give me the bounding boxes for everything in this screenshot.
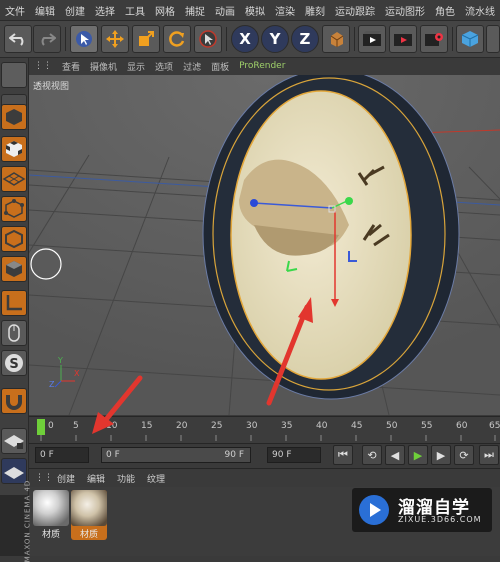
axis-mode-icon[interactable] bbox=[1, 290, 27, 316]
watermark: 溜溜自学 ZIXUE.3D66.COM bbox=[352, 488, 492, 532]
material-label: 材质 bbox=[79, 530, 98, 540]
menu-sculpt[interactable]: 雕刻 bbox=[300, 3, 330, 18]
watermark-subtitle: ZIXUE.3D66.COM bbox=[398, 515, 482, 524]
play-logo-icon bbox=[359, 495, 389, 525]
play-button[interactable]: ▶ bbox=[408, 445, 428, 465]
menu-create[interactable]: 创建 bbox=[60, 3, 90, 18]
menu-edit[interactable]: 编辑 bbox=[30, 3, 60, 18]
menu-file[interactable]: 文件 bbox=[0, 3, 30, 18]
brand-text: MAXON CINEMA 4D bbox=[23, 479, 32, 562]
viewport-label: 透视视图 bbox=[33, 82, 70, 92]
material-menu-create[interactable]: 创建 bbox=[51, 472, 81, 485]
material-swatch-selected[interactable]: 材质 bbox=[71, 490, 107, 540]
material-menu-function[interactable]: 功能 bbox=[111, 472, 141, 485]
next-frame-button[interactable]: ▶ bbox=[431, 445, 451, 465]
go-to-start-button[interactable]: ⏮ bbox=[333, 445, 353, 465]
previous-key-button[interactable]: ⟲ bbox=[362, 445, 382, 465]
go-to-end-button[interactable]: ⏭ bbox=[479, 445, 499, 465]
panel-handle-icon: ⋮⋮ bbox=[35, 473, 53, 483]
transport-bar: 0 F 0 F 90 F 90 F ⏮ ⟲ ◀ ▶ ▶ ⟳ ⏭ bbox=[29, 443, 500, 466]
cube-primitive-icon[interactable] bbox=[456, 25, 484, 53]
render-view-icon[interactable] bbox=[358, 25, 386, 53]
pen-spline-icon[interactable] bbox=[486, 25, 500, 53]
menu-mesh[interactable]: 网格 bbox=[150, 3, 180, 18]
axis-label-y: Y bbox=[57, 356, 63, 365]
viewport-menu-prorender[interactable]: ProRender bbox=[234, 61, 290, 71]
next-key-button[interactable]: ⟳ bbox=[454, 445, 474, 465]
viewport-menu-display[interactable]: 显示 bbox=[122, 60, 150, 73]
lock-workplane-icon[interactable] bbox=[1, 428, 27, 454]
material-preview-sphere bbox=[33, 490, 69, 526]
range-start-value: 0 F bbox=[106, 450, 120, 460]
viewport-handle-icon: ⋮⋮ bbox=[34, 61, 52, 71]
scale-icon[interactable] bbox=[132, 25, 160, 53]
menu-character[interactable]: 角色 bbox=[430, 3, 460, 18]
range-slider[interactable]: 0 F 90 F bbox=[101, 447, 251, 463]
menu-snap[interactable]: 捕捉 bbox=[180, 3, 210, 18]
polygons-mode-icon[interactable] bbox=[1, 256, 27, 282]
edges-mode-icon[interactable] bbox=[1, 226, 27, 252]
render-settings-icon[interactable] bbox=[420, 25, 448, 53]
material-menu-edit[interactable]: 编辑 bbox=[81, 472, 111, 485]
start-frame-field[interactable]: 0 F bbox=[35, 447, 89, 463]
menu-select[interactable]: 选择 bbox=[90, 3, 120, 18]
menu-tools[interactable]: 工具 bbox=[120, 3, 150, 18]
x-axis-lock-button[interactable]: X bbox=[231, 25, 259, 53]
material-swatch[interactable]: 材质 bbox=[33, 490, 69, 540]
texture-mode-icon[interactable] bbox=[1, 136, 27, 162]
range-end-value: 90 F bbox=[224, 450, 245, 460]
material-manager-menu: ⋮⋮ 创建 编辑 功能 纹理 bbox=[29, 468, 500, 487]
menu-render[interactable]: 渲染 bbox=[270, 3, 300, 18]
redo-icon[interactable] bbox=[33, 25, 61, 53]
rotate-icon[interactable] bbox=[163, 25, 191, 53]
menu-animate[interactable]: 动画 bbox=[210, 3, 240, 18]
axis-label-z: Z bbox=[49, 380, 55, 389]
undo-icon[interactable] bbox=[4, 25, 32, 53]
menu-motion-tracker[interactable]: 运动跟踪 bbox=[330, 3, 380, 18]
perspective-viewport[interactable]: Y X Z 透视视图 bbox=[29, 75, 500, 415]
last-tool-icon[interactable] bbox=[194, 25, 222, 53]
material-menu-texture[interactable]: 纹理 bbox=[141, 472, 171, 485]
previous-frame-button[interactable]: ◀ bbox=[385, 445, 405, 465]
render-picture-viewer-icon[interactable] bbox=[389, 25, 417, 53]
menu-mograph[interactable]: 运动图形 bbox=[380, 3, 430, 18]
main-toolbar: X Y Z bbox=[0, 21, 500, 58]
z-axis-lock-button[interactable]: Z bbox=[291, 25, 319, 53]
move-icon[interactable] bbox=[101, 25, 129, 53]
menu-pipeline[interactable]: 流水线 bbox=[460, 3, 500, 18]
workplane-mode-icon[interactable] bbox=[1, 166, 27, 192]
y-axis-lock-button[interactable]: Y bbox=[261, 25, 289, 53]
snapping-icon[interactable]: S bbox=[1, 350, 27, 376]
annotation-arrow-timeline bbox=[92, 375, 143, 434]
material-label: 材质 bbox=[41, 530, 60, 540]
live-selection-icon[interactable] bbox=[70, 25, 98, 53]
menu-bar: 文件 编辑 创建 选择 工具 网格 捕捉 动画 模拟 渲染 雕刻 运动跟踪 运动… bbox=[0, 0, 500, 21]
svg-text:S: S bbox=[9, 357, 18, 372]
points-mode-icon[interactable] bbox=[1, 196, 27, 222]
object-mode-icon[interactable] bbox=[1, 104, 27, 130]
viewport-scene: Y X Z bbox=[29, 75, 500, 415]
coordinate-system-icon[interactable] bbox=[322, 25, 350, 53]
menu-simulate[interactable]: 模拟 bbox=[240, 3, 270, 18]
viewport-menu-bar: ⋮⋮ 查看 摄像机 显示 选项 过滤 面板 ProRender bbox=[29, 58, 500, 74]
end-frame-field[interactable]: 90 F bbox=[267, 447, 321, 463]
viewport-menu-options[interactable]: 选项 bbox=[150, 60, 178, 73]
viewport-menu-panel[interactable]: 面板 bbox=[206, 60, 234, 73]
viewport-menu-filter[interactable]: 过滤 bbox=[178, 60, 206, 73]
material-preview-sphere bbox=[71, 490, 107, 526]
cinema4d-brand: MAXON CINEMA 4D bbox=[0, 480, 31, 562]
magnet-icon[interactable] bbox=[1, 388, 27, 414]
viewport-menu-view[interactable]: 查看 bbox=[57, 60, 85, 73]
make-editable-icon[interactable] bbox=[1, 62, 27, 88]
viewport-menu-cameras[interactable]: 摄像机 bbox=[85, 60, 122, 73]
tweak-mode-icon[interactable] bbox=[1, 320, 27, 346]
